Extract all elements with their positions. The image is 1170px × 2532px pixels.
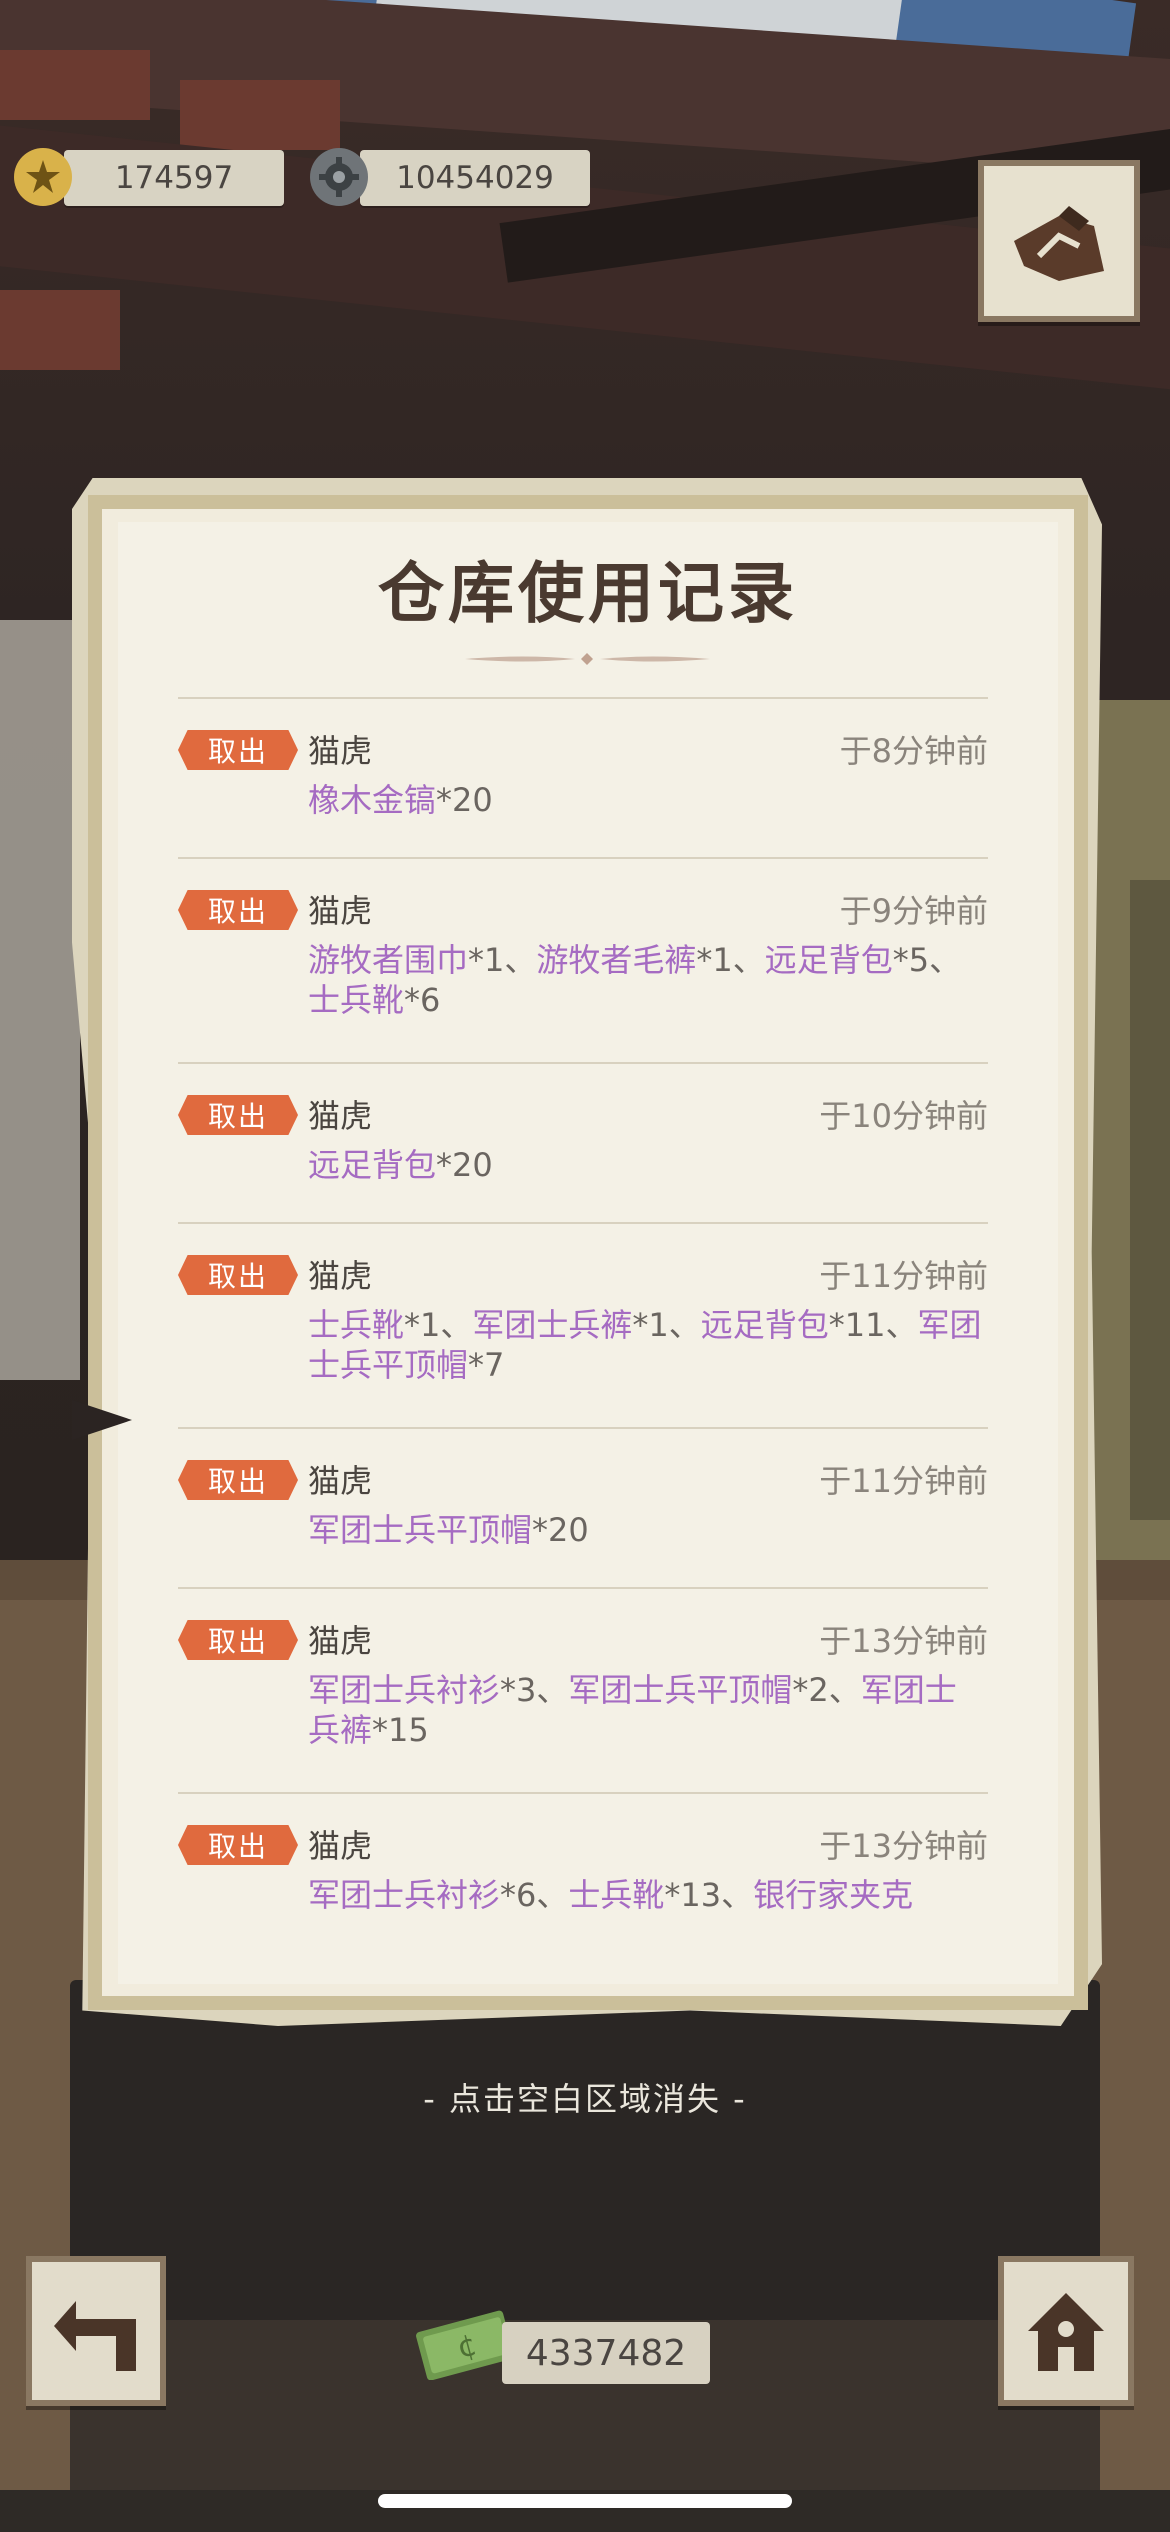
item-name: 远足背包 bbox=[308, 1146, 437, 1184]
item-qty: *1、 bbox=[632, 1306, 701, 1344]
bg-brick bbox=[0, 50, 150, 120]
record-entry: 取出 猫虎 于13分钟前 军团士兵衬衫*6、士兵靴*13、银行家夹克 bbox=[178, 1825, 988, 1925]
entry-time: 于11分钟前 bbox=[819, 1462, 988, 1500]
item-name: 军团士兵衬衫 bbox=[308, 1876, 501, 1914]
item-name: 士兵靴 bbox=[308, 981, 405, 1019]
divider bbox=[178, 857, 988, 859]
item-name: 橡木金镐 bbox=[308, 781, 437, 819]
back-button[interactable] bbox=[26, 2256, 166, 2406]
home-indicator[interactable] bbox=[378, 2494, 792, 2508]
entry-time: 于9分钟前 bbox=[839, 892, 988, 930]
divider bbox=[178, 697, 988, 699]
entry-items: 远足背包*20 bbox=[308, 1145, 988, 1185]
entry-user: 猫虎 bbox=[308, 1462, 373, 1500]
item-qty: *6 bbox=[404, 981, 441, 1019]
dismiss-hint[interactable]: - 点击空白区域消失 - bbox=[0, 2074, 1170, 2120]
item-name: 银行家夹克 bbox=[753, 1876, 914, 1914]
item-qty: *20 bbox=[436, 1146, 493, 1184]
item-qty: *15 bbox=[372, 1711, 429, 1749]
gear-icon bbox=[310, 148, 368, 206]
cash-amount: 4337482 bbox=[502, 2322, 710, 2384]
entry-items: 士兵靴*1、军团士兵裤*1、远足背包*11、军团士兵平顶帽*7 bbox=[308, 1305, 988, 1385]
item-name: 士兵靴 bbox=[308, 1306, 405, 1344]
entry-time: 于13分钟前 bbox=[819, 1827, 988, 1865]
panel-title: 仓库使用记录 bbox=[378, 555, 798, 632]
item-qty: *7 bbox=[468, 1346, 505, 1384]
bg-brick bbox=[0, 290, 120, 370]
item-qty: *13、 bbox=[664, 1876, 754, 1914]
item-name: 军团士兵衬衫 bbox=[308, 1671, 501, 1709]
item-qty: *3、 bbox=[500, 1671, 569, 1709]
withdraw-tag: 取出 bbox=[178, 1095, 298, 1135]
item-name: 游牧者围巾 bbox=[308, 941, 469, 979]
gear-count: 10454029 bbox=[360, 150, 590, 206]
item-qty: *1、 bbox=[404, 1306, 473, 1344]
entry-items: 游牧者围巾*1、游牧者毛裤*1、远足背包*5、士兵靴*6 bbox=[308, 940, 988, 1020]
bg-brick bbox=[180, 80, 340, 150]
entry-time: 于10分钟前 bbox=[819, 1097, 988, 1135]
divider bbox=[178, 1587, 988, 1589]
entry-time: 于13分钟前 bbox=[819, 1622, 988, 1660]
item-qty: *20 bbox=[436, 781, 493, 819]
home-button[interactable] bbox=[998, 2256, 1134, 2406]
entry-user: 猫虎 bbox=[308, 1622, 373, 1660]
badge-count: 174597 bbox=[64, 150, 284, 206]
item-qty: *2、 bbox=[792, 1671, 861, 1709]
item-qty: *11、 bbox=[828, 1306, 918, 1344]
item-qty: *6、 bbox=[500, 1876, 569, 1914]
item-name: 军团士兵平顶帽 bbox=[568, 1671, 793, 1709]
item-name: 游牧者毛裤 bbox=[536, 941, 697, 979]
withdraw-tag: 取出 bbox=[178, 1620, 298, 1660]
item-name: 远足背包 bbox=[700, 1306, 829, 1344]
item-qty: *1、 bbox=[468, 941, 537, 979]
divider bbox=[178, 1792, 988, 1794]
bg-shelf bbox=[1130, 880, 1170, 1520]
item-name: 远足背包 bbox=[764, 941, 893, 979]
entry-items: 橡木金镐*20 bbox=[308, 780, 988, 820]
entry-time: 于11分钟前 bbox=[819, 1257, 988, 1295]
item-qty: *1、 bbox=[696, 941, 765, 979]
entry-user: 猫虎 bbox=[308, 1257, 373, 1295]
withdraw-tag: 取出 bbox=[178, 1460, 298, 1500]
entry-time: 于8分钟前 bbox=[839, 732, 988, 770]
divider bbox=[178, 1427, 988, 1429]
item-name: 军团士兵裤 bbox=[472, 1306, 633, 1344]
withdraw-tag: 取出 bbox=[178, 1255, 298, 1295]
item-qty: *5、 bbox=[892, 941, 962, 979]
house-icon bbox=[1028, 2293, 1104, 2371]
withdraw-tag: 取出 bbox=[178, 730, 298, 770]
gear-currency: 10454029 bbox=[310, 148, 590, 206]
bg-paper bbox=[0, 620, 80, 1380]
entry-user: 猫虎 bbox=[308, 892, 373, 930]
back-arrow-icon bbox=[54, 2301, 136, 2371]
entry-user: 猫虎 bbox=[308, 732, 373, 770]
item-name: 军团士兵平顶帽 bbox=[308, 1511, 533, 1549]
entry-user: 猫虎 bbox=[308, 1097, 373, 1135]
entry-items: 军团士兵衬衫*3、军团士兵平顶帽*2、军团士兵裤*15 bbox=[308, 1670, 988, 1750]
map-icon bbox=[1014, 206, 1104, 281]
title-ornament bbox=[465, 653, 710, 665]
item-name: 士兵靴 bbox=[568, 1876, 665, 1914]
entry-items: 军团士兵平顶帽*20 bbox=[308, 1510, 988, 1550]
entry-user: 猫虎 bbox=[308, 1827, 373, 1865]
medal-icon bbox=[14, 148, 72, 206]
badge-currency: 174597 bbox=[14, 148, 284, 206]
item-qty: *20 bbox=[532, 1511, 589, 1549]
divider bbox=[178, 1062, 988, 1064]
withdraw-tag: 取出 bbox=[178, 1825, 298, 1865]
entry-items: 军团士兵衬衫*6、士兵靴*13、银行家夹克 bbox=[308, 1875, 988, 1915]
divider bbox=[178, 1222, 988, 1224]
map-button[interactable] bbox=[978, 160, 1140, 322]
withdraw-tag: 取出 bbox=[178, 890, 298, 930]
